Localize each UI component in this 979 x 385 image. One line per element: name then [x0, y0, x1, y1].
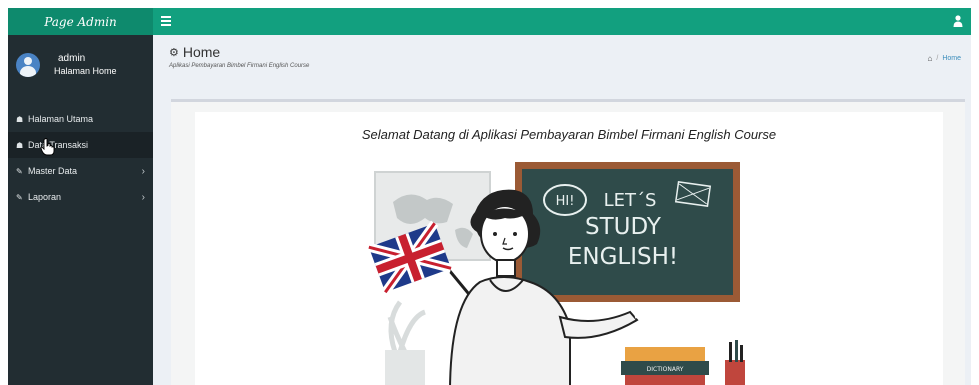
home-icon: ⌂: [927, 54, 933, 63]
sidebar-item-label: Halaman Utama: [28, 114, 94, 124]
sidebar-menu: ☗ Halaman Utama ☗ Data Transaksi ✎ Maste…: [8, 106, 153, 210]
chalk-line-2: STUDY: [585, 214, 662, 240]
book-label: DICTIONARY: [647, 366, 684, 373]
content-box: Selamat Datang di Aplikasi Pembayaran Bi…: [171, 99, 965, 385]
page-subtitle: Aplikasi Pembayaran Bimbel Firmani Engli…: [169, 63, 310, 69]
chevron-right-icon: ›: [141, 165, 145, 177]
home-icon: ☗: [16, 140, 24, 150]
brand-text: Page Admin: [44, 14, 117, 29]
pen-cup: [725, 360, 745, 385]
page-title-text: Home: [182, 44, 221, 60]
illustration-study-english: HI! LET´S STUDY ENGLISH! DICTIONARY: [367, 162, 745, 385]
breadcrumb: ⌂ / Home: [928, 54, 961, 63]
hand-cursor-icon: [40, 138, 55, 156]
home-icon: ☗: [16, 114, 24, 124]
breadcrumb-home-link[interactable]: Home: [942, 55, 961, 62]
welcome-heading: Selamat Datang di Aplikasi Pembayaran Bi…: [361, 127, 777, 142]
sidebar-item-laporan[interactable]: ✎ Laporan ›: [8, 184, 153, 210]
top-navbar: [153, 8, 971, 35]
content-area: ⚙ Home Aplikasi Pembayaran Bimbel Firman…: [153, 35, 971, 385]
sidebar-item-label: Data Transaksi: [28, 140, 89, 150]
chalk-line-1: LET´S: [604, 190, 657, 211]
user-role: Halaman Home: [54, 66, 117, 76]
sidebar-item-label: Master Data: [28, 166, 78, 176]
app-root: Page Admin admin Halaman Home ☗ Halaman …: [0, 0, 979, 385]
chalk-line-3: ENGLISH!: [568, 244, 678, 270]
user-panel: admin Halaman Home: [8, 35, 153, 95]
sidebar-item-data-transaksi[interactable]: ☗ Data Transaksi: [8, 132, 153, 158]
user-info: admin Halaman Home: [54, 53, 117, 77]
sidebar-item-master-data[interactable]: ✎ Master Data ›: [8, 158, 153, 184]
sidebar-item-halaman-utama[interactable]: ☗ Halaman Utama: [8, 106, 153, 132]
edit-icon: ✎: [16, 192, 23, 202]
sidebar-item-label: Laporan: [28, 192, 62, 202]
user-icon[interactable]: [953, 15, 963, 27]
brand-logo[interactable]: Page Admin: [8, 8, 153, 35]
chevron-right-icon: ›: [141, 191, 145, 203]
user-name: admin: [58, 53, 86, 64]
menu-toggle-icon[interactable]: [161, 16, 171, 26]
sidebar: Page Admin admin Halaman Home ☗ Halaman …: [8, 8, 153, 385]
welcome-card: Selamat Datang di Aplikasi Pembayaran Bi…: [195, 112, 943, 385]
page-title: ⚙ Home: [169, 44, 220, 60]
dashboard-icon: ⚙: [169, 46, 179, 59]
book-stack: [625, 347, 705, 361]
chalk-bubble-text: HI!: [556, 194, 575, 209]
breadcrumb-separator: /: [936, 55, 939, 62]
edit-icon: ✎: [16, 166, 23, 176]
avatar: [16, 53, 40, 77]
